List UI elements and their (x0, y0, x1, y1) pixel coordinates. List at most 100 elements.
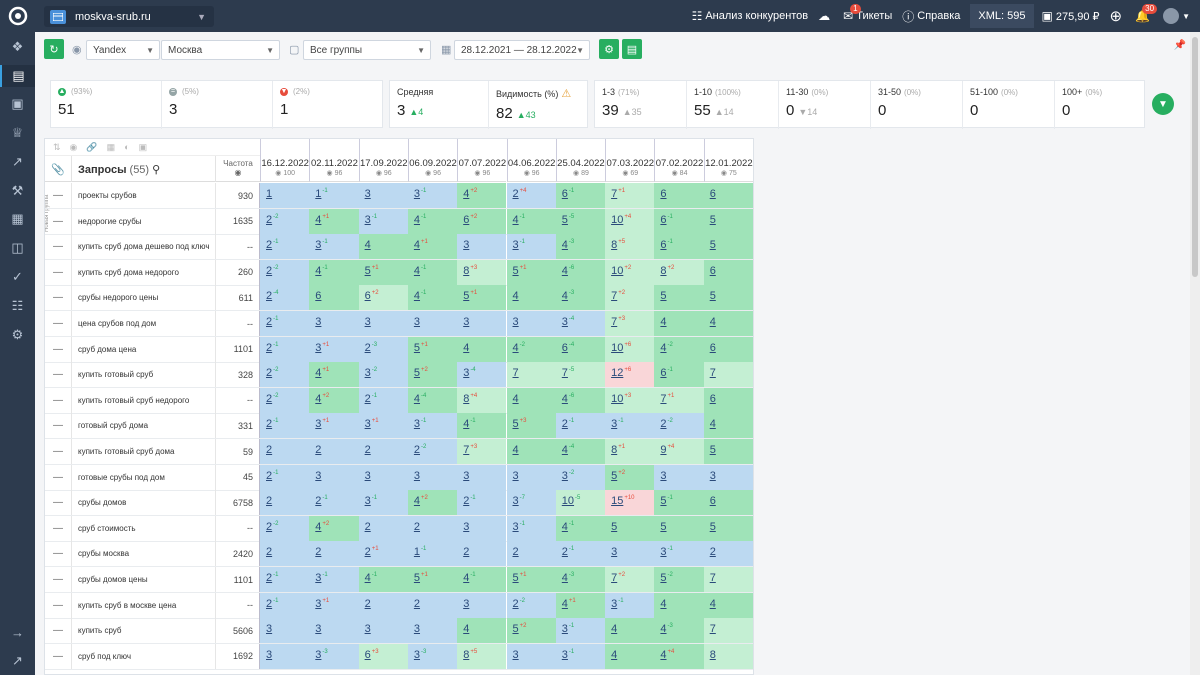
position-cell[interactable]: 3 (358, 618, 408, 644)
query-text[interactable]: готовый сруб дома (78, 413, 215, 438)
position-cell[interactable]: 3-1 (358, 490, 408, 516)
row-handle[interactable]: — (45, 618, 72, 644)
position-cell[interactable]: 10+4 (605, 208, 655, 234)
position-cell[interactable]: 6-1 (654, 208, 704, 234)
grid-icon[interactable]: ▦ (107, 142, 116, 153)
position-cell[interactable]: 6 (703, 259, 753, 285)
competitors-link[interactable]: ☷ Анализ конкурентов (692, 9, 809, 23)
position-cell[interactable]: 7 (703, 567, 753, 592)
position-cell[interactable]: 2-2 (506, 592, 556, 618)
position-cell[interactable]: 4-1 (407, 259, 458, 285)
position-cell[interactable]: 3-1 (555, 618, 606, 644)
link-icon[interactable]: 🔗 (86, 142, 97, 153)
position-cell[interactable]: 5+3 (506, 413, 556, 439)
frequency-header[interactable]: Частота ◉ (215, 156, 260, 182)
position-cell[interactable]: 2 (260, 439, 310, 464)
query-text[interactable]: купить готовый сруб дома (78, 439, 215, 464)
contrast-icon[interactable]: ◐ (124, 142, 129, 152)
query-text[interactable]: сруб стоимость (78, 516, 215, 541)
position-cell[interactable]: 4-1 (457, 413, 507, 439)
queries-header[interactable]: Запросы (55) ⚲ (78, 163, 160, 176)
position-cell[interactable]: 4-4 (555, 439, 606, 464)
date-column-header[interactable]: 04.06.2022 ◉ 96 (506, 139, 556, 182)
date-column-header[interactable]: 12.01.2022 ◉ 75 (703, 139, 753, 182)
position-cell[interactable]: 2-1 (260, 567, 310, 592)
row-handle[interactable]: — (45, 362, 72, 388)
position-cell[interactable]: 9+4 (654, 439, 704, 464)
inbox-icon[interactable]: ◫ (0, 237, 35, 259)
position-cell[interactable]: 3-1 (309, 567, 359, 592)
position-cell[interactable]: 4 (654, 592, 704, 618)
positions-icon[interactable]: ▤ (0, 65, 35, 87)
row-handle[interactable]: — (45, 490, 72, 516)
position-cell[interactable]: 3+1 (309, 413, 359, 439)
position-cell[interactable]: 2-1 (358, 387, 408, 413)
position-cell[interactable]: 8 (703, 643, 753, 669)
position-cell[interactable]: 3-3 (407, 643, 458, 669)
position-cell[interactable]: 8+3 (457, 259, 507, 285)
scrollbar-thumb[interactable] (1192, 37, 1198, 277)
position-cell[interactable]: 4+1 (555, 592, 606, 618)
position-cell[interactable]: 2 (358, 515, 408, 541)
position-cell[interactable]: 1-1 (309, 183, 359, 208)
position-cell[interactable]: 4 (457, 336, 507, 362)
range-100-plus[interactable]: 100+ (0%) 0 (1055, 81, 1146, 129)
row-handle[interactable]: — (45, 515, 72, 541)
position-cell[interactable]: 5+1 (506, 567, 556, 592)
query-text[interactable]: срубы москва (78, 541, 215, 566)
position-cell[interactable]: 3 (260, 643, 310, 669)
group-select[interactable]: Все группы ▼ (303, 40, 431, 60)
position-cell[interactable]: 3-3 (309, 643, 359, 669)
row-handle[interactable]: — (45, 285, 72, 311)
scan-icon[interactable]: ▣ (0, 93, 35, 115)
position-cell[interactable]: 6 (703, 490, 753, 516)
position-cell[interactable]: 2-1 (555, 541, 606, 567)
image-icon[interactable]: ▣ (139, 142, 148, 153)
position-cell[interactable]: 8+5 (457, 643, 507, 669)
position-cell[interactable]: 3 (605, 541, 655, 567)
position-cell[interactable]: 2 (407, 515, 458, 541)
position-cell[interactable]: 5+1 (358, 259, 408, 285)
position-cell[interactable]: 6 (703, 183, 753, 208)
position-cell[interactable]: 4-2 (654, 336, 704, 362)
position-cell[interactable]: 5 (703, 208, 753, 234)
position-cell[interactable]: 2-2 (260, 208, 310, 234)
position-cell[interactable]: 5-2 (654, 567, 704, 592)
position-cell[interactable]: 3 (407, 311, 458, 336)
position-cell[interactable]: 3 (457, 592, 507, 618)
position-cell[interactable]: 3 (260, 618, 310, 644)
position-cell[interactable]: 2-2 (260, 259, 310, 285)
query-text[interactable]: срубы домов цены (78, 567, 215, 592)
position-cell[interactable]: 2-1 (260, 413, 310, 439)
up-stat[interactable]: ▲ (93%) 51 (51, 81, 162, 129)
position-cell[interactable]: 3 (309, 464, 359, 490)
position-cell[interactable]: 6-1 (654, 362, 704, 388)
row-handle[interactable]: — (45, 311, 72, 336)
position-cell[interactable]: 3 (506, 311, 556, 336)
date-column-header[interactable]: 16.12.2022 ◉ 100 (260, 139, 310, 182)
row-handle[interactable]: — (45, 183, 72, 208)
query-text[interactable]: купить готовый сруб недорого (78, 388, 215, 413)
position-cell[interactable]: 8+2 (654, 259, 704, 285)
range-31-50[interactable]: 31-50 (0%) 0 (871, 81, 963, 129)
position-cell[interactable]: 4-1 (457, 567, 507, 592)
position-cell[interactable]: 10+6 (605, 336, 655, 362)
row-handle[interactable]: — (45, 567, 72, 592)
position-cell[interactable]: 3 (703, 464, 753, 490)
position-cell[interactable]: 3+1 (309, 336, 359, 362)
position-cell[interactable]: 7+2 (605, 285, 655, 311)
query-text[interactable]: недорогие срубы (78, 209, 215, 234)
position-cell[interactable]: 5 (703, 439, 753, 464)
query-text[interactable]: цена срубов под дом (78, 311, 215, 336)
position-cell[interactable]: 7+2 (605, 567, 655, 592)
row-handle[interactable]: — (45, 234, 72, 260)
position-cell[interactable]: 2-1 (260, 311, 310, 336)
date-column-header[interactable]: 25.04.2022 ◉ 89 (555, 139, 606, 182)
date-column-header[interactable]: 07.02.2022 ◉ 84 (654, 139, 704, 182)
query-text[interactable]: проекты срубов (78, 183, 215, 208)
position-cell[interactable]: 5+2 (506, 618, 556, 644)
external-link-icon[interactable]: ↗ (0, 650, 35, 672)
sort-icon[interactable]: ⇅ (53, 142, 61, 153)
position-cell[interactable]: 7 (703, 618, 753, 644)
position-cell[interactable]: 3 (457, 464, 507, 490)
